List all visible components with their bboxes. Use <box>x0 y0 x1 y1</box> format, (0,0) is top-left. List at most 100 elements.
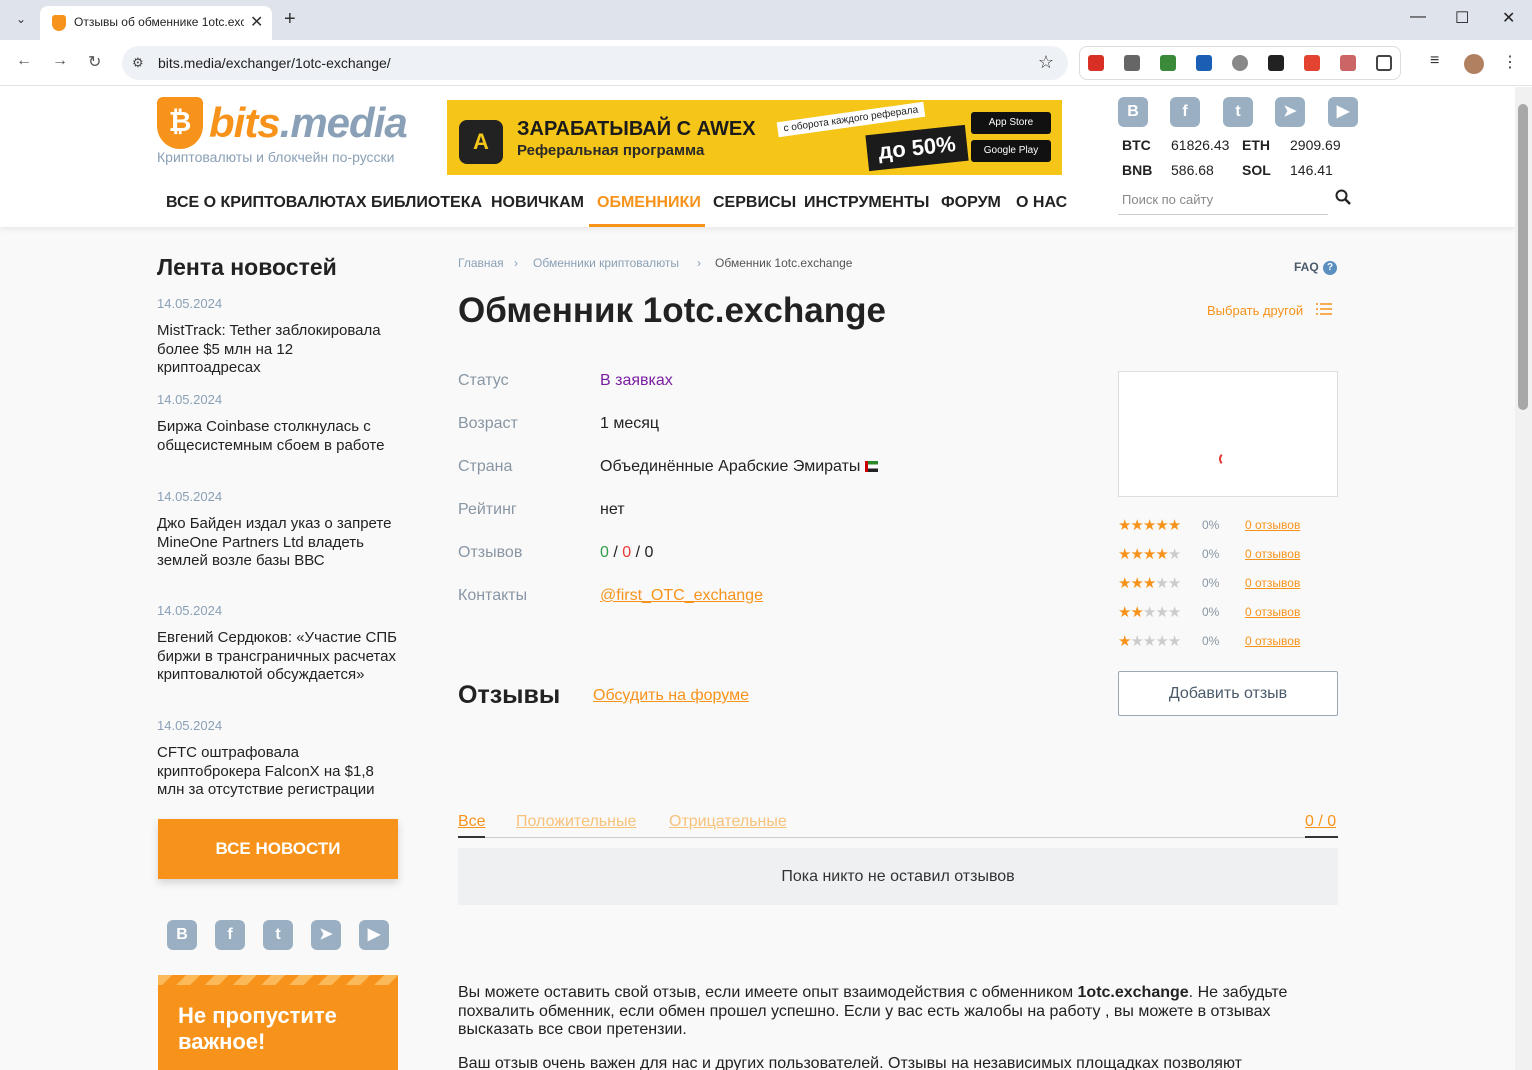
breadcrumb-exchangers[interactable]: Обменники криптовалюты <box>533 256 679 270</box>
todoist-extension-icon[interactable] <box>1304 55 1320 71</box>
tab-all[interactable]: Все <box>458 813 486 831</box>
rating-percent: 0% <box>1202 634 1220 648</box>
news-item[interactable]: Биржа Coinbase столкнулась с общесистемн… <box>157 418 397 455</box>
bookmark-star-icon[interactable]: ☆ <box>1038 52 1054 73</box>
star-filled-icon: ★ <box>1155 546 1168 563</box>
question-icon[interactable]: ? <box>1323 261 1337 275</box>
star-empty-icon: ★ <box>1167 546 1181 563</box>
rating-reviews-link[interactable]: 0 отзывов <box>1245 605 1300 619</box>
reviews-count-value: 0 / 0 / 0 <box>600 544 654 561</box>
menu-item-services[interactable]: СЕРВИСЫ <box>713 194 796 212</box>
active-tab-underline <box>458 836 485 838</box>
address-bar[interactable]: ⚙ bits.media/exchanger/1otc-exchange/ ☆ <box>122 46 1068 80</box>
star-filled-icon: ★ <box>1118 546 1131 563</box>
active-menu-underline <box>589 224 705 227</box>
star-filled-icon: ★ <box>1130 546 1143 563</box>
menu-item-tools[interactable]: ИНСТРУМЕНТЫ <box>804 194 929 212</box>
youtube-icon[interactable]: ▶ <box>1328 97 1358 127</box>
rating-percent: 0% <box>1202 576 1220 590</box>
telegram-icon[interactable]: ➤ <box>1275 97 1305 127</box>
menu-item-about[interactable]: О НАС <box>1016 194 1067 212</box>
tab-positive[interactable]: Положительные <box>516 813 636 831</box>
reviews-counter[interactable]: 0 / 0 <box>1305 813 1336 831</box>
news-item[interactable]: Евгений Сердюков: «Участие СПБ биржи в т… <box>157 629 397 685</box>
site-settings-icon[interactable]: ⚙ <box>132 55 144 71</box>
site-logo[interactable]: bits.media <box>209 99 408 147</box>
telegram-icon[interactable]: ➤ <box>311 920 341 950</box>
star-filled-icon: ★ <box>1118 633 1131 650</box>
news-feed-title: Лента новостей <box>157 254 337 280</box>
choose-other-link[interactable]: Выбрать другой <box>1207 303 1303 318</box>
faq-link[interactable]: FAQ <box>1294 260 1319 274</box>
facebook-icon[interactable]: f <box>215 920 245 950</box>
subscribe-promo[interactable]: Не пропустите важное! <box>158 975 398 1070</box>
extension-icon[interactable] <box>1340 55 1356 71</box>
browser-menu-icon[interactable]: ⋮ <box>1502 52 1518 72</box>
youtube-icon[interactable]: ▶ <box>359 920 389 950</box>
search-icon[interactable] <box>1335 189 1351 205</box>
rating-stars-1: ★★★★★ <box>1118 632 1181 650</box>
media-control-icon[interactable]: ≡ <box>1430 52 1439 70</box>
search-input[interactable]: Поиск по сайту <box>1118 187 1328 215</box>
menu-item-crypto[interactable]: ВСЕ О КРИПТОВАЛЮТАХ <box>166 194 367 212</box>
news-item[interactable]: MistTrack: Tether заблокировала более $5… <box>157 322 397 378</box>
star-filled-icon: ★ <box>1142 517 1156 534</box>
rating-reviews-link[interactable]: 0 отзывов <box>1245 547 1300 561</box>
extension-icon[interactable] <box>1196 55 1212 71</box>
all-news-button[interactable]: ВСЕ НОВОСТИ <box>158 819 398 879</box>
menu-item-beginners[interactable]: НОВИЧКАМ <box>491 194 584 212</box>
back-icon[interactable]: ← <box>16 52 32 70</box>
add-review-button[interactable]: Добавить отзыв <box>1118 671 1338 716</box>
maximize-icon[interactable]: ☐ <box>1455 8 1469 28</box>
star-empty-icon: ★ <box>1142 604 1156 621</box>
notion-extension-icon[interactable] <box>1268 55 1284 71</box>
tab-negative[interactable]: Отрицательные <box>669 813 787 831</box>
list-icon[interactable] <box>1316 302 1332 316</box>
bitsmedia-favicon-icon <box>52 15 66 31</box>
twitter-icon[interactable]: t <box>263 920 293 950</box>
new-tab-icon[interactable]: + <box>284 8 296 31</box>
rating-reviews-link[interactable]: 0 отзывов <box>1245 634 1300 648</box>
bitcoin-logo-icon[interactable]: ₿ <box>157 97 203 149</box>
rating-reviews-link[interactable]: 0 отзывов <box>1245 518 1300 532</box>
rate-value: 2909.69 <box>1290 137 1341 153</box>
rating-reviews-link[interactable]: 0 отзывов <box>1245 576 1300 590</box>
extension-icon[interactable] <box>1160 55 1176 71</box>
extension-icon[interactable] <box>1124 55 1140 71</box>
extensions-puzzle-icon[interactable] <box>1376 55 1392 71</box>
menu-item-exchangers[interactable]: ОБМЕННИКИ <box>597 194 701 212</box>
menu-item-library[interactable]: БИБЛИОТЕКА <box>371 194 482 212</box>
forward-icon[interactable]: → <box>52 52 68 70</box>
scrollbar-thumb[interactable] <box>1518 104 1528 410</box>
facebook-icon[interactable]: f <box>1170 97 1200 127</box>
vk-icon[interactable]: В <box>1118 97 1148 127</box>
awex-ad-banner[interactable]: A ЗАРАБАТЫВАЙ С AWEX Реферальная програм… <box>447 100 1062 175</box>
app-store-badge: App Store <box>971 112 1051 134</box>
tab-list-chevron-icon[interactable]: ⌄ <box>10 8 32 30</box>
info-paragraph: Ваш отзыв очень важен для нас и других п… <box>458 1055 1242 1070</box>
logo-bits: bits <box>209 99 281 146</box>
reload-icon[interactable]: ↻ <box>88 52 101 72</box>
menu-item-forum[interactable]: ФОРУМ <box>941 194 1001 212</box>
breadcrumb-separator-icon: › <box>697 256 701 270</box>
profile-avatar[interactable] <box>1464 54 1484 74</box>
vk-icon[interactable]: В <box>167 920 197 950</box>
tab-close-icon[interactable]: ✕ <box>250 12 263 32</box>
minimize-icon[interactable]: — <box>1410 8 1426 26</box>
contacts-link[interactable]: @first_OTC_exchange <box>600 587 763 605</box>
browser-tab[interactable]: Отзывы об обменнике 1otc.exchange ✕ <box>40 6 272 40</box>
close-window-icon[interactable]: ✕ <box>1502 8 1515 28</box>
rate-value: 146.41 <box>1290 162 1333 178</box>
star-filled-icon: ★ <box>1142 546 1156 563</box>
news-date: 14.05.2024 <box>157 718 223 733</box>
twitter-icon[interactable]: t <box>1223 97 1253 127</box>
extension-icon[interactable] <box>1232 55 1248 71</box>
logo-tagline: Криптовалюты и блокчейн по-русски <box>157 149 395 165</box>
news-item[interactable]: Джо Байден издал указ о запрете MineOne … <box>157 515 397 571</box>
url-text[interactable]: bits.media/exchanger/1otc-exchange/ <box>158 55 391 71</box>
breadcrumb-home[interactable]: Главная <box>458 256 504 270</box>
counter-underline <box>1305 836 1338 838</box>
discuss-forum-link[interactable]: Обсудить на форуме <box>593 687 749 705</box>
gmail-extension-icon[interactable] <box>1088 55 1104 71</box>
news-item[interactable]: CFTC оштрафовала криптоброкера FalconX н… <box>157 744 397 800</box>
